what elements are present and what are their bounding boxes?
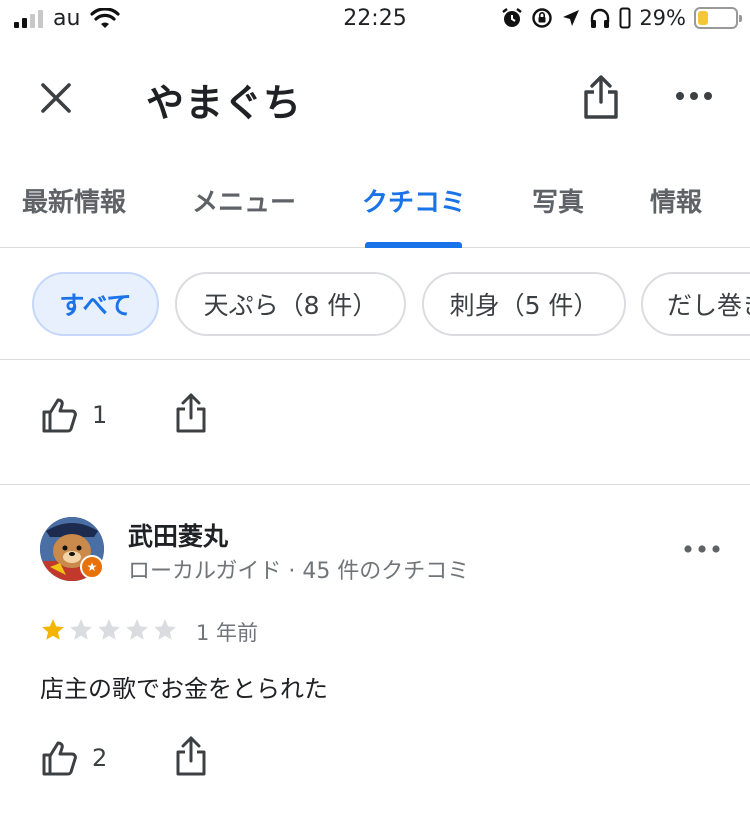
star-empty-icon xyxy=(70,619,92,640)
close-icon[interactable] xyxy=(36,78,76,118)
share-icon[interactable] xyxy=(174,392,208,434)
star-filled-icon xyxy=(42,619,64,640)
rotation-lock-icon xyxy=(532,8,553,28)
like-count: 2 xyxy=(92,744,108,772)
share-icon[interactable] xyxy=(174,735,208,777)
share-icon[interactable] xyxy=(580,74,622,120)
more-vert-icon[interactable] xyxy=(674,84,714,108)
tab-about[interactable]: 情報 xyxy=(650,182,702,219)
local-guide-badge-icon: ★ xyxy=(80,555,104,579)
alarm-icon xyxy=(502,8,523,27)
place-title: やまぐち xyxy=(146,81,303,125)
review-date: 1 年前 xyxy=(196,621,259,645)
location-icon xyxy=(563,10,580,26)
portrait-lock-icon xyxy=(619,7,631,29)
status-right-group: 29% xyxy=(501,6,742,30)
tab-latest[interactable]: 最新情報 xyxy=(22,182,126,219)
previous-review-actions: 1 xyxy=(40,392,340,438)
place-tabs: 最新情報 メニュー クチコミ 写真 情報 xyxy=(0,170,750,248)
more-horiz-icon[interactable] xyxy=(684,541,720,557)
headphones-icon xyxy=(591,8,610,28)
active-tab-indicator xyxy=(365,242,462,248)
tab-menu[interactable]: メニュー xyxy=(192,182,296,219)
battery-icon xyxy=(694,7,742,29)
battery-percent: 29% xyxy=(639,6,686,30)
star-empty-icon xyxy=(154,619,176,640)
place-header: やまぐち xyxy=(0,60,750,140)
chip-dashimaki[interactable]: だし巻き xyxy=(641,272,750,336)
star-empty-icon xyxy=(126,619,148,640)
thumb-up-icon xyxy=(42,741,77,776)
reviewer-name[interactable]: 武田菱丸 xyxy=(128,517,228,553)
review-filter-chips: すべて 天ぷら（8 件） 刺身（5 件） だし巻き xyxy=(0,272,750,338)
tab-reviews[interactable]: クチコミ xyxy=(362,182,466,219)
like-button[interactable]: 1 xyxy=(40,392,107,438)
chip-sashimi[interactable]: 刺身（5 件） xyxy=(422,272,626,336)
reviewer-meta: ローカルガイド · 45 件のクチコミ xyxy=(128,559,470,584)
divider xyxy=(0,359,750,360)
review-text: 店主の歌でお金をとられた xyxy=(40,675,328,703)
tab-photos[interactable]: 写真 xyxy=(532,182,584,219)
star-rating xyxy=(40,617,178,643)
thumb-up-icon xyxy=(42,398,77,433)
review-card: ★ 武田菱丸 ローカルガイド · 45 件のクチコミ 1 年前 店主の歌でお金を… xyxy=(0,485,750,821)
status-bar: au 22:25 29% xyxy=(0,0,750,40)
chip-all[interactable]: すべて xyxy=(32,272,159,336)
star-empty-icon xyxy=(98,619,120,640)
chip-tempura[interactable]: 天ぷら（8 件） xyxy=(175,272,406,336)
review-actions: 2 xyxy=(40,735,340,781)
like-button[interactable]: 2 xyxy=(40,735,107,781)
battery-fill xyxy=(698,11,709,25)
like-count: 1 xyxy=(92,401,108,429)
